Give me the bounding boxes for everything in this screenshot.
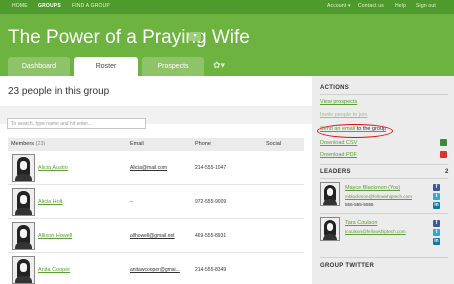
member-phone: 214-555-8349 <box>195 267 227 273</box>
divider <box>320 213 448 214</box>
nav-account[interactable]: Account ▾ <box>327 3 351 9</box>
tab-roster[interactable]: Roster <box>74 57 138 76</box>
table-row: Alicia Holt – 972-555-9009 <box>8 185 304 219</box>
gear-icon[interactable]: ✿▾ <box>213 60 225 71</box>
leaders-heading: LEADERS <box>320 169 351 175</box>
member-email[interactable]: Alicia@mail.com <box>130 165 167 171</box>
invite-people-link[interactable]: Invite people to join <box>320 112 367 118</box>
avatar[interactable] <box>320 182 340 206</box>
highlight-annotation <box>317 124 393 138</box>
column-email[interactable]: Email <box>130 141 144 147</box>
page-title: The Power of a Praying Wife <box>8 27 250 48</box>
member-phone: 214-555-1047 <box>195 165 227 171</box>
linkedin-icon[interactable]: in <box>433 238 440 245</box>
divider <box>320 178 448 179</box>
table-row: Anita Cooper anitawcooper@gmai... 214-55… <box>8 253 304 284</box>
avatar[interactable] <box>12 188 35 216</box>
avatar[interactable] <box>320 217 340 241</box>
member-name[interactable]: Alicia Holt <box>38 199 62 205</box>
leader-name[interactable]: Mayce Blackmon (You) <box>345 185 400 191</box>
nav-contact[interactable]: Contact us <box>358 3 384 9</box>
group-twitter-heading: GROUP TWITTER <box>320 263 375 269</box>
nav-help[interactable]: Help <box>395 3 406 9</box>
avatar[interactable] <box>12 222 35 250</box>
roster-panel: 23 people in this group To search, type … <box>0 76 312 284</box>
view-prospects-link[interactable]: View prospects <box>320 99 357 105</box>
leader-email[interactable]: tcoulson@fellowshiptech.com <box>345 229 406 234</box>
download-csv-link[interactable]: Download CSV <box>320 140 357 146</box>
leaders-count: 2 <box>445 169 449 175</box>
column-social[interactable]: Social <box>266 141 281 147</box>
divider <box>320 94 448 95</box>
nav-home[interactable]: HOME <box>12 3 28 9</box>
facebook-icon[interactable]: f <box>433 220 440 227</box>
column-phone[interactable]: Phone <box>195 141 211 147</box>
tab-dashboard[interactable]: Dashboard <box>8 57 70 76</box>
member-email: – <box>130 199 133 205</box>
leader-name[interactable]: Tara Coulson <box>345 220 377 226</box>
download-pdf-link[interactable]: Download PDF <box>320 152 357 158</box>
column-members[interactable]: Members (23) <box>11 141 45 147</box>
divider <box>320 164 448 165</box>
member-email[interactable]: anitawcooper@gmai... <box>130 267 180 273</box>
table-header: Members (23) Email Phone Social <box>8 138 304 151</box>
member-email[interactable]: allhowell@gmail.net <box>130 233 175 239</box>
member-count-heading: 23 people in this group <box>8 86 110 97</box>
nav-find-group[interactable]: FIND A GROUP <box>72 3 110 9</box>
tab-prospects[interactable]: Prospects <box>142 57 204 76</box>
twitter-icon[interactable]: t <box>433 229 440 236</box>
search-input[interactable]: To search, type name and hit enter... <box>7 118 146 129</box>
sidebar: ACTIONS View prospects Invite people to … <box>312 76 454 284</box>
facebook-icon[interactable]: f <box>433 184 440 191</box>
top-nav-bar: HOME GROUPS FIND A GROUP Account ▾ Conta… <box>0 0 454 14</box>
member-name[interactable]: Anita Cooper <box>38 267 70 273</box>
divider <box>320 257 448 258</box>
nav-groups[interactable]: GROUPS <box>38 3 61 9</box>
table-row: Alicia Austin Alicia@mail.com 214-555-10… <box>8 151 304 185</box>
twitter-icon[interactable]: t <box>433 193 440 200</box>
member-phone: 469-555-8931 <box>195 233 227 239</box>
leader-email[interactable]: mblackmon@fellowshiptech.com <box>345 194 412 199</box>
group-options-button[interactable]: ▾ <box>189 32 201 41</box>
table-row: Allison Howell allhowell@gmail.net 469-5… <box>8 219 304 253</box>
spreadsheet-icon[interactable] <box>440 139 447 146</box>
member-name[interactable]: Allison Howell <box>38 233 72 239</box>
pdf-icon[interactable] <box>440 151 447 158</box>
leader-phone: 555-555-5555 <box>345 202 374 207</box>
actions-heading: ACTIONS <box>320 85 350 91</box>
linkedin-icon[interactable]: in <box>433 202 440 209</box>
member-name[interactable]: Alicia Austin <box>38 165 68 171</box>
avatar[interactable] <box>12 154 35 182</box>
member-phone: 972-555-9009 <box>195 199 227 205</box>
avatar[interactable] <box>12 256 35 284</box>
nav-sign-out[interactable]: Sign out <box>416 3 436 9</box>
